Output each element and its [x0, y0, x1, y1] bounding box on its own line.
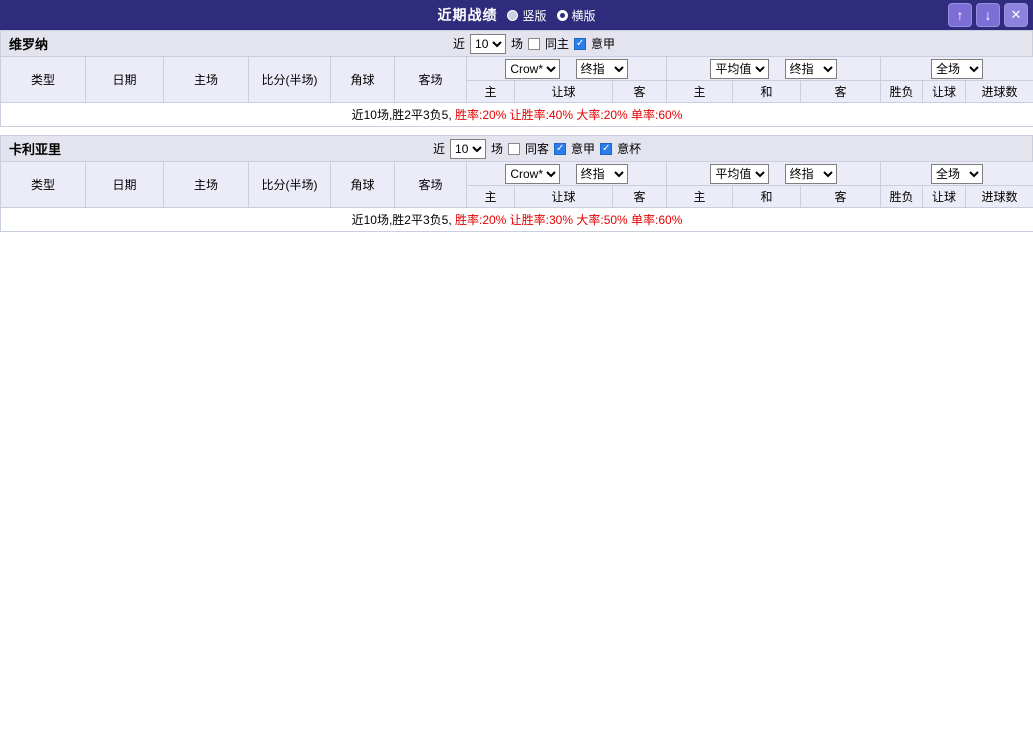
coppa-italia-checkbox[interactable] [600, 142, 613, 155]
same-home-checkbox[interactable] [528, 37, 541, 50]
radio-vertical-label: 竖版 [522, 8, 547, 23]
col-goals: 进球数 [965, 185, 1033, 208]
final-index-select-2[interactable]: 终指 [784, 58, 837, 79]
match-count-select[interactable]: 10 [470, 33, 507, 54]
col-avg-away: 客 [799, 185, 882, 208]
col-avg-home: 主 [666, 80, 733, 103]
col-date: 日期 [85, 56, 164, 103]
close-icon: ✕ [1010, 7, 1022, 22]
col-handicap-line: 让球 [514, 80, 613, 103]
odds-source-select[interactable]: Crow* [505, 58, 561, 79]
verona-team-title: 维罗纳 [9, 37, 49, 52]
serie-a-label: 意甲 [591, 37, 616, 51]
col-score: 比分(半场) [248, 161, 331, 208]
col-avg-draw: 和 [732, 80, 801, 103]
serie-a-checkbox[interactable] [554, 142, 567, 155]
near-label: 近 [433, 142, 446, 156]
col-handicap-away: 客 [612, 80, 667, 103]
average-dropdowns: 平均值 终指 [665, 161, 882, 186]
same-home-label: 同主 [545, 37, 570, 51]
col-avg-home: 主 [666, 185, 733, 208]
col-wdl: 胜负 [880, 185, 924, 208]
col-away: 客场 [394, 161, 467, 208]
same-away-checkbox[interactable] [508, 142, 521, 155]
cagliari-team-title: 卡利亚里 [9, 142, 62, 157]
radio-selected-icon [556, 9, 568, 21]
final-index-select[interactable]: 终指 [575, 163, 628, 184]
col-corners: 角球 [330, 161, 395, 208]
verona-summary-rates: 胜率:20% 让胜率:40% 大率:20% 单率:60% [454, 108, 683, 122]
col-type: 类型 [0, 56, 86, 103]
col-handicap-line: 让球 [514, 185, 613, 208]
near-label: 近 [453, 37, 466, 51]
average-select[interactable]: 平均值 [710, 163, 770, 184]
scroll-up-button[interactable]: ↑ [948, 3, 972, 27]
cagliari-summary-text: 近10场,胜2平3负5, [351, 213, 455, 227]
radio-unselected-icon [507, 9, 519, 21]
serie-a-label: 意甲 [571, 142, 596, 156]
col-avg-draw: 和 [732, 185, 801, 208]
verona-summary-text: 近10场,胜2平3负5, [351, 108, 455, 122]
serie-a-checkbox[interactable] [574, 37, 587, 50]
topbar: 近期战绩 竖版 横版 ↑ ↓ ✕ [0, 0, 1033, 30]
col-date: 日期 [85, 161, 164, 208]
layout-radio-horizontal[interactable]: 横版 [556, 7, 596, 24]
col-score: 比分(半场) [248, 56, 331, 103]
coppa-italia-label: 意杯 [617, 142, 642, 156]
final-index-select[interactable]: 终指 [575, 58, 628, 79]
col-home: 主场 [163, 56, 249, 103]
average-dropdowns: 平均值 终指 [665, 56, 882, 81]
cagliari-summary-row: 近10场,胜2平3负5, 胜率:20% 让胜率:30% 大率:50% 单率:60… [0, 207, 1033, 232]
cagliari-summary-rates: 胜率:20% 让胜率:30% 大率:50% 单率:60% [454, 213, 683, 227]
col-handicap-away: 客 [612, 185, 667, 208]
col-wdl: 胜负 [880, 80, 924, 103]
col-home: 主场 [163, 161, 249, 208]
close-button[interactable]: ✕ [1004, 3, 1028, 27]
scroll-down-button[interactable]: ↓ [976, 3, 1000, 27]
col-avg-away: 客 [799, 80, 882, 103]
radio-horizontal-label: 横版 [571, 8, 596, 23]
verona-results-table: 类型 日期 主场 比分(半场) 角球 客场 Crow* 终指 平均值 终指 全场… [0, 56, 1033, 127]
handicap-dropdowns: Crow* 终指 [466, 56, 667, 81]
up-arrow-icon: ↑ [956, 7, 964, 23]
unit-label: 场 [491, 142, 504, 156]
average-select[interactable]: 平均值 [710, 58, 770, 79]
col-goals: 进球数 [965, 80, 1033, 103]
down-arrow-icon: ↓ [984, 7, 992, 23]
final-index-select-2[interactable]: 终指 [784, 163, 837, 184]
full-match-dropdown: 全场 [880, 161, 1033, 186]
same-away-label: 同客 [525, 142, 550, 156]
cagliari-section-bar: 卡利亚里 近 10 场 同客 意甲 意杯 [0, 135, 1033, 161]
page-title: 近期战绩 [437, 7, 498, 23]
col-away: 客场 [394, 56, 467, 103]
col-handicap-result: 让球 [922, 80, 967, 103]
odds-source-select[interactable]: Crow* [505, 163, 561, 184]
unit-label: 场 [511, 37, 524, 51]
verona-summary-row: 近10场,胜2平3负5, 胜率:20% 让胜率:40% 大率:20% 单率:60… [0, 102, 1033, 127]
cagliari-results-table: 类型 日期 主场 比分(半场) 角球 客场 Crow* 终指 平均值 终指 全场… [0, 161, 1033, 232]
match-count-select[interactable]: 10 [450, 138, 487, 159]
col-type: 类型 [0, 161, 86, 208]
full-match-select[interactable]: 全场 [931, 163, 984, 184]
handicap-dropdowns: Crow* 终指 [466, 161, 667, 186]
col-handicap-result: 让球 [922, 185, 967, 208]
layout-radio-vertical[interactable]: 竖版 [507, 7, 547, 24]
full-match-select[interactable]: 全场 [931, 58, 984, 79]
verona-section-bar: 维罗纳 近 10 场 同主 意甲 [0, 30, 1033, 56]
full-match-dropdown: 全场 [880, 56, 1033, 81]
col-handicap-home: 主 [466, 185, 515, 208]
col-corners: 角球 [330, 56, 395, 103]
col-handicap-home: 主 [466, 80, 515, 103]
